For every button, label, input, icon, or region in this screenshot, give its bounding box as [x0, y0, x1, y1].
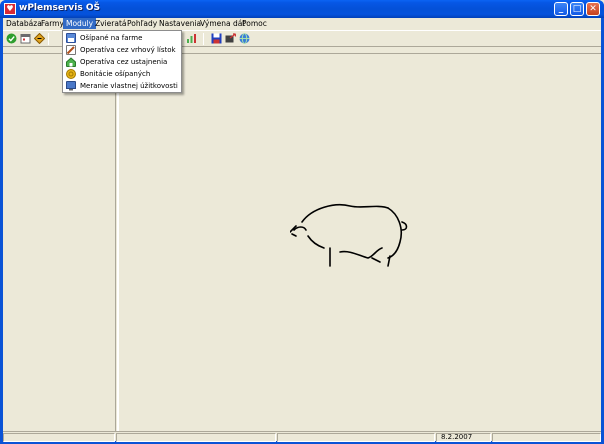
- export-icon[interactable]: [225, 33, 236, 44]
- menu-item-operativa-ustajnenia[interactable]: Operatíva cez ustajnenia: [64, 56, 181, 68]
- menu-item-label: Meranie vlastnej úžitkovosti: [80, 82, 178, 90]
- app-logo-icon[interactable]: ♥: [4, 3, 16, 15]
- menu-pomoc[interactable]: Pomoc: [239, 18, 270, 29]
- minimize-button[interactable]: _: [554, 2, 568, 16]
- menu-item-label: Ošípané na farme: [80, 34, 143, 42]
- calendar-icon[interactable]: [20, 33, 31, 44]
- navigation-pane[interactable]: [3, 55, 116, 431]
- save-icon[interactable]: [211, 33, 222, 44]
- moduly-dropdown-menu: Ošípané na farme Operatíva cez vrhový lí…: [62, 30, 182, 93]
- status-bar: 8.2.2007: [3, 431, 601, 442]
- pig-logo-icon: [290, 204, 408, 267]
- status-cell: [116, 433, 276, 442]
- chart-icon[interactable]: [186, 33, 197, 44]
- coins-icon: [66, 69, 76, 79]
- status-cell: [277, 433, 435, 442]
- menu-bar: Databáza Farmy Moduly Zvieratá Pohľady N…: [3, 18, 601, 29]
- diamond-sign-icon[interactable]: [34, 33, 45, 44]
- menu-item-operativa-vrhovy-listok[interactable]: Operatíva cez vrhový lístok: [64, 44, 181, 56]
- title-bar[interactable]: ♥ wPlemservis OŠ _ □ ✕: [0, 0, 604, 18]
- window-title: wPlemservis OŠ: [19, 3, 100, 13]
- status-cell: [492, 433, 601, 442]
- status-date: 8.2.2007: [436, 433, 491, 442]
- menu-item-bonitacie[interactable]: Bonitácie ošípaných: [64, 68, 181, 80]
- menu-item-meranie-uzitkovosti[interactable]: Meranie vlastnej úžitkovosti: [64, 80, 181, 92]
- pencil-icon: [66, 45, 76, 55]
- menu-item-osipane-na-farme[interactable]: Ošípané na farme: [64, 32, 181, 44]
- status-cell: [3, 433, 115, 442]
- toolbar-separator: [203, 33, 204, 45]
- app-window: ♥ wPlemservis OŠ _ □ ✕ Databáza Farmy Mo…: [0, 0, 604, 444]
- maximize-button[interactable]: □: [570, 2, 584, 16]
- menu-pohlady[interactable]: Pohľady: [124, 18, 160, 29]
- menu-item-label: Bonitácie ošípaných: [80, 70, 151, 78]
- close-button[interactable]: ✕: [586, 2, 600, 16]
- menu-item-label: Operatíva cez ustajnenia: [80, 58, 168, 66]
- farm-icon: [66, 33, 76, 43]
- menu-item-label: Operatíva cez vrhový lístok: [80, 46, 176, 54]
- barn-icon: [66, 57, 76, 67]
- monitor-icon: [66, 81, 76, 91]
- network-icon[interactable]: [239, 33, 250, 44]
- check-icon[interactable]: [6, 33, 17, 44]
- toolbar-separator: [48, 33, 49, 45]
